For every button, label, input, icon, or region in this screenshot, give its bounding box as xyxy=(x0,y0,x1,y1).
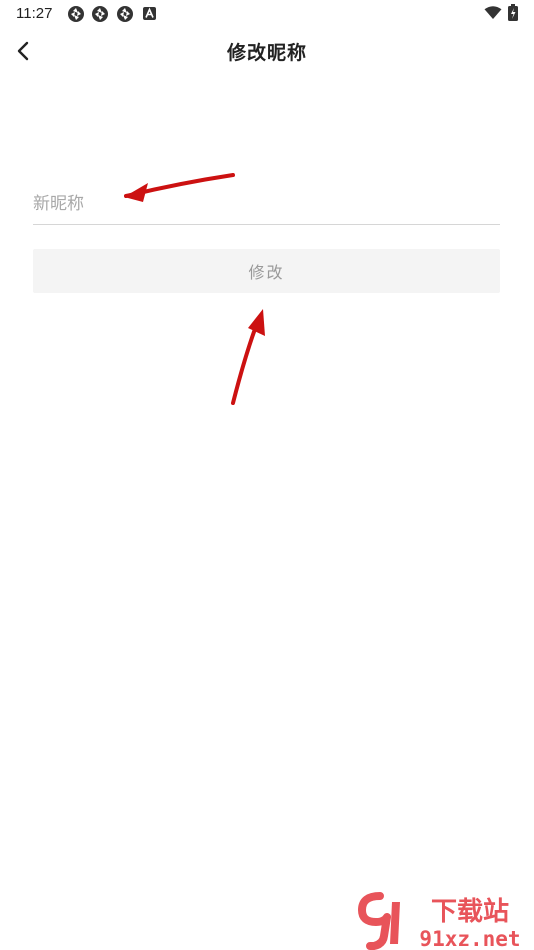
watermark-domain: 91xz.net xyxy=(419,927,520,950)
watermark-brand: 下载站 xyxy=(431,897,509,927)
status-time: 11:27 xyxy=(16,5,53,22)
aperture-icon xyxy=(92,6,108,22)
battery-icon xyxy=(508,4,518,21)
wifi-icon xyxy=(484,6,502,19)
site-logo-icon: 下载站 91xz.net xyxy=(358,892,521,950)
status-bar: 11:27 xyxy=(0,0,534,28)
nickname-input[interactable] xyxy=(33,184,500,225)
aperture-icon xyxy=(117,6,133,22)
app-header: 修改昵称 xyxy=(0,28,534,74)
edit-nickname-screen: 11:27 修改昵称 新昵称 修改 下载站 91xz.net xyxy=(0,0,534,950)
submit-button[interactable]: 修改 xyxy=(33,249,500,293)
arrow-to-button xyxy=(231,309,265,405)
page-title: 修改昵称 xyxy=(226,42,307,64)
a-badge-icon xyxy=(143,7,156,20)
watermark-logo: 下载站 91xz.net xyxy=(358,888,534,950)
aperture-icon xyxy=(68,6,84,22)
annotation-arrows xyxy=(124,173,265,405)
